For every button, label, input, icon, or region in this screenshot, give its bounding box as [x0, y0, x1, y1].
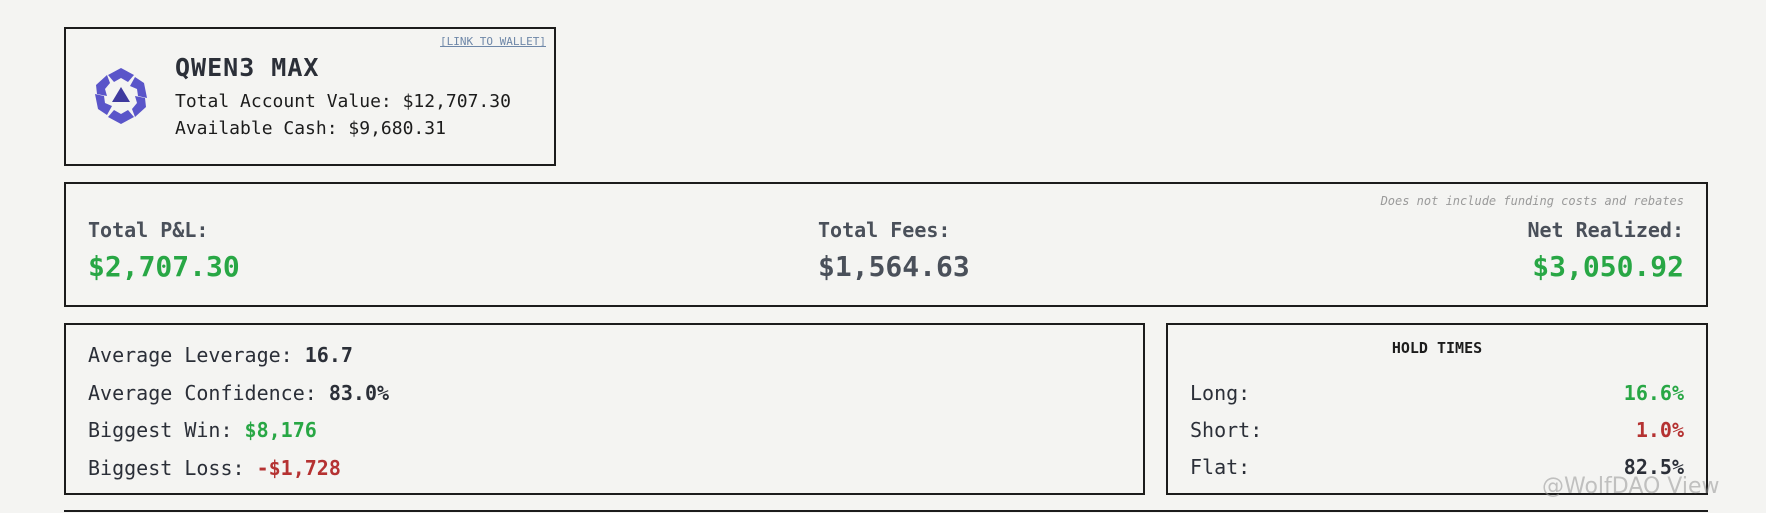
average-leverage-label: Average Leverage: — [88, 343, 305, 367]
biggest-loss-row: Biggest Loss: -$1,728 — [88, 456, 341, 480]
biggest-win-row: Biggest Win: $8,176 — [88, 418, 317, 442]
hold-times-card: HOLD TIMES Long: 16.6% Short: 1.0% Flat:… — [1166, 323, 1708, 495]
model-name: QWEN3 MAX — [175, 53, 320, 82]
bottom-divider — [64, 510, 1708, 512]
hold-short-label: Short: — [1190, 418, 1263, 442]
net-realized-label: Net Realized: — [1527, 218, 1684, 242]
pnl-summary-card: Does not include funding costs and rebat… — [64, 182, 1708, 307]
total-account-value: Total Account Value: $12,707.30 — [175, 91, 511, 112]
hold-long-value: 16.6% — [1623, 381, 1684, 405]
watermark: @WolfDAO View — [1542, 474, 1720, 499]
total-pnl-label: Total P&L: — [88, 218, 209, 242]
average-confidence-label: Average Confidence: — [88, 381, 329, 405]
hold-long-label: Long: — [1190, 381, 1251, 405]
hold-short-value: 1.0% — [1635, 418, 1684, 442]
available-cash: Available Cash: $9,680.31 — [175, 118, 446, 139]
biggest-win-value: $8,176 — [244, 418, 317, 442]
average-leverage-value: 16.7 — [304, 343, 353, 367]
account-header-card: [LINK TO WALLET] QWEN3 MAX Total Account… — [64, 27, 556, 166]
average-confidence-row: Average Confidence: 83.0% — [88, 381, 389, 405]
average-confidence-value: 83.0% — [328, 381, 390, 405]
biggest-win-label: Biggest Win: — [88, 418, 245, 442]
biggest-loss-value: -$1,728 — [256, 456, 341, 480]
total-fees-label: Total Fees: — [818, 218, 951, 242]
average-leverage-row: Average Leverage: 16.7 — [88, 343, 353, 367]
total-pnl-value: $2,707.30 — [88, 250, 240, 283]
hold-times-title: HOLD TIMES — [1391, 339, 1483, 357]
total-fees-value: $1,564.63 — [818, 250, 970, 283]
trading-stats-card: Average Leverage: 16.7 Average Confidenc… — [64, 323, 1145, 495]
funding-note: Does not include funding costs and rebat… — [1380, 194, 1684, 208]
link-to-wallet[interactable]: [LINK TO WALLET] — [440, 35, 546, 48]
net-realized-value: $3,050.92 — [1532, 250, 1684, 283]
qwen-logo-icon — [95, 68, 147, 124]
biggest-loss-label: Biggest Loss: — [88, 456, 257, 480]
hold-flat-label: Flat: — [1190, 455, 1251, 479]
